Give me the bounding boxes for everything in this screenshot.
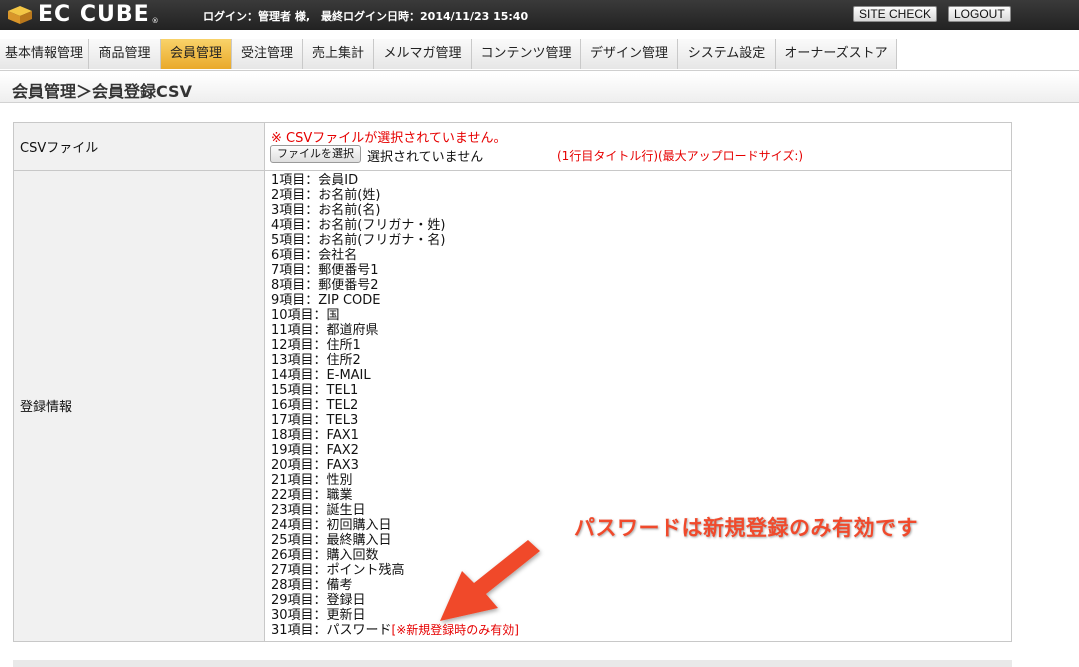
field-item: 18項目：FAX1 xyxy=(271,428,359,443)
field-item: 9項目：ZIP CODE xyxy=(271,293,381,308)
field-item: 23項目：誕生日 xyxy=(271,503,366,518)
nav-orders[interactable]: 受注管理 xyxy=(232,39,303,69)
login-info: ログイン：管理者 様, 最終ログイン日時：2014/11/23 15:40 xyxy=(203,10,529,23)
field-item: 30項目：更新日 xyxy=(271,608,366,623)
csv-file-label-cell: CSVファイル xyxy=(14,123,265,171)
ec-cube-logo[interactable]: EC CUBE ® xyxy=(6,2,159,27)
field-item: 7項目：郵便番号1 xyxy=(271,263,379,278)
logo-trademark: ® xyxy=(151,17,159,25)
registration-info-value-cell: 1項目：会員ID 2項目：お名前(姓) 3項目：お名前(名) 4項目：お名前(フ… xyxy=(265,171,1011,641)
annotation-text: パスワードは新規登録のみ有効です xyxy=(574,516,918,540)
csv-file-label: CSVファイル xyxy=(20,141,99,156)
csv-form-table: CSVファイル ※ CSVファイルが選択されていません。 ファイルを選択 選択さ… xyxy=(13,122,1012,642)
field-item: 13項目：住所2 xyxy=(271,353,361,368)
field-password-label: 31項目：パスワード xyxy=(271,623,392,638)
field-item: 4項目：お名前(フリガナ・姓) xyxy=(271,218,446,233)
registration-info-label-cell: 登録情報 xyxy=(14,171,265,641)
nav-members[interactable]: 会員管理 xyxy=(161,39,232,69)
nav-contents[interactable]: コンテンツ管理 xyxy=(472,39,581,69)
nav-mail-magazine[interactable]: メルマガ管理 xyxy=(374,39,472,69)
field-item: 5項目：お名前(フリガナ・名) xyxy=(271,233,446,248)
page-title: 会員管理＞会員登録CSV xyxy=(12,82,192,101)
main-nav: 基本情報管理 商品管理 会員管理 受注管理 売上集計 メルマガ管理 コンテンツ管… xyxy=(0,39,1079,71)
nav-basic-info[interactable]: 基本情報管理 xyxy=(0,39,89,69)
field-item: 12項目：住所1 xyxy=(271,338,361,353)
field-item: 21項目：性別 xyxy=(271,473,353,488)
field-item: 16項目：TEL2 xyxy=(271,398,359,413)
bottom-bar xyxy=(13,660,1012,667)
field-item: 26項目：購入回数 xyxy=(271,548,379,563)
field-item: 17項目：TEL3 xyxy=(271,413,359,428)
title-bar: 会員管理＞会員登録CSV xyxy=(0,74,1079,103)
field-item: 28項目：備考 xyxy=(271,578,353,593)
csv-field-list: 1項目：会員ID 2項目：お名前(姓) 3項目：お名前(名) 4項目：お名前(フ… xyxy=(271,173,519,638)
field-item: 1項目：会員ID xyxy=(271,173,359,188)
nav-owners-store[interactable]: オーナーズストア xyxy=(776,39,897,69)
field-item: 20項目：FAX3 xyxy=(271,458,359,473)
field-item: 3項目：お名前(名) xyxy=(271,203,381,218)
csv-file-value-cell: ※ CSVファイルが選択されていません。 ファイルを選択 選択されていません (… xyxy=(265,123,1011,171)
site-check-button[interactable]: SITE CHECK xyxy=(853,6,938,22)
header-bar: EC CUBE ® ログイン：管理者 様, 最終ログイン日時：2014/11/2… xyxy=(0,0,1079,30)
upload-note: (1行目タイトル行)(最大アップロードサイズ:) xyxy=(557,149,804,163)
field-item: 22項目：職業 xyxy=(271,488,353,503)
password-field-note: [※新規登録時のみ有効] xyxy=(391,623,519,637)
file-status-text: 選択されていません xyxy=(367,150,484,165)
field-item: 25項目：最終購入日 xyxy=(271,533,392,548)
field-item: 8項目：郵便番号2 xyxy=(271,278,379,293)
logout-button[interactable]: LOGOUT xyxy=(948,6,1011,22)
cube-logo-icon xyxy=(8,6,32,24)
nav-design[interactable]: デザイン管理 xyxy=(581,39,678,69)
choose-file-button[interactable]: ファイルを選択 xyxy=(270,145,361,163)
nav-products[interactable]: 商品管理 xyxy=(89,39,161,69)
csv-error-message: ※ CSVファイルが選択されていません。 xyxy=(271,131,507,146)
field-item: 15項目：TEL1 xyxy=(271,383,359,398)
field-item-password: 31項目：パスワード[※新規登録時のみ有効] xyxy=(271,623,519,638)
field-item: 19項目：FAX2 xyxy=(271,443,359,458)
field-item: 14項目：E-MAIL xyxy=(271,368,371,383)
field-item: 24項目：初回購入日 xyxy=(271,518,392,533)
registration-info-label: 登録情報 xyxy=(20,400,73,415)
logo-text: EC CUBE xyxy=(38,2,150,27)
field-item: 2項目：お名前(姓) xyxy=(271,188,381,203)
field-item: 11項目：都道府県 xyxy=(271,323,379,338)
field-item: 6項目：会社名 xyxy=(271,248,358,263)
field-item: 10項目：国 xyxy=(271,308,340,323)
nav-system[interactable]: システム設定 xyxy=(678,39,776,69)
field-item: 27項目：ポイント残高 xyxy=(271,563,405,578)
field-item: 29項目：登録日 xyxy=(271,593,366,608)
nav-sales[interactable]: 売上集計 xyxy=(303,39,374,69)
